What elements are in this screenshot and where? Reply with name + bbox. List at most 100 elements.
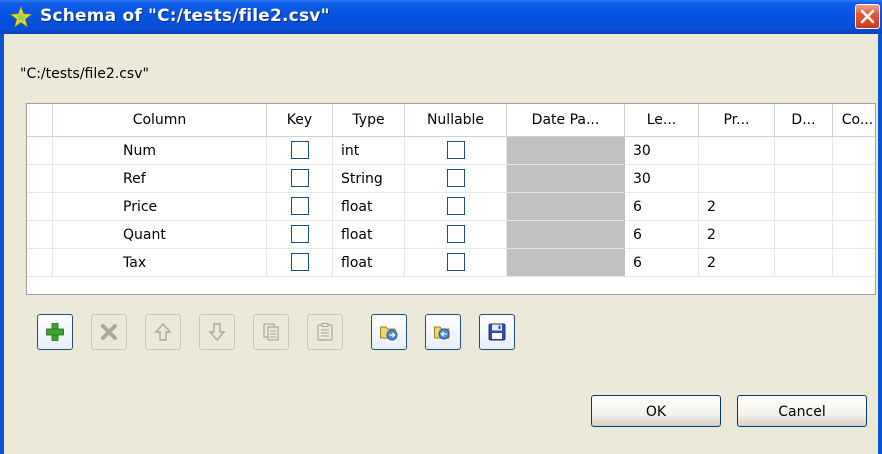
cell-comment[interactable]: [833, 137, 875, 165]
cell-type[interactable]: String: [333, 165, 405, 193]
cell-column[interactable]: Tax: [53, 249, 267, 277]
add-button[interactable]: [37, 314, 73, 350]
cell-key: [267, 249, 333, 277]
cell-comment[interactable]: [833, 221, 875, 249]
header-column[interactable]: Column: [53, 104, 267, 136]
cell-default[interactable]: [775, 249, 833, 277]
schema-table[interactable]: Column Key Type Nullable Date Pa... Le..…: [26, 103, 876, 295]
cell-length[interactable]: 6: [625, 249, 699, 277]
cell-comment[interactable]: [833, 193, 875, 221]
close-button[interactable]: [855, 4, 880, 29]
cancel-button[interactable]: Cancel: [737, 395, 867, 427]
arrow-up-icon: [154, 322, 172, 341]
import-button[interactable]: [371, 314, 407, 350]
cell-precision[interactable]: 2: [699, 193, 775, 221]
table-row[interactable]: Tax float 6 2: [27, 249, 875, 277]
cell-date-pattern[interactable]: [507, 249, 625, 277]
cell-default[interactable]: [775, 137, 833, 165]
header-default[interactable]: D...: [775, 104, 833, 136]
key-checkbox[interactable]: [290, 252, 309, 271]
cell-length[interactable]: 30: [625, 137, 699, 165]
arrow-down-icon: [208, 323, 226, 342]
cell-key: [267, 221, 333, 249]
cell-length[interactable]: 6: [625, 221, 699, 249]
move-up-button: [145, 314, 181, 350]
header-nullable[interactable]: Nullable: [405, 104, 507, 136]
cell-column[interactable]: Quant: [53, 221, 267, 249]
key-checkbox[interactable]: [290, 168, 309, 187]
header-length[interactable]: Le...: [625, 104, 699, 136]
cell-comment[interactable]: [833, 165, 875, 193]
cell-date-pattern[interactable]: [507, 193, 625, 221]
nullable-checkbox[interactable]: [446, 224, 465, 243]
x-icon: [101, 324, 117, 340]
plus-icon: [46, 323, 64, 341]
table-header: Column Key Type Nullable Date Pa... Le..…: [27, 104, 875, 137]
nullable-checkbox[interactable]: [446, 168, 465, 187]
cell-nullable: [405, 221, 507, 249]
move-down-button: [199, 314, 235, 350]
floppy-disk-icon: [488, 323, 506, 341]
cell-length[interactable]: 6: [625, 193, 699, 221]
table-row[interactable]: Quant float 6 2: [27, 221, 875, 249]
nullable-checkbox[interactable]: [446, 196, 465, 215]
cell-nullable: [405, 249, 507, 277]
key-checkbox[interactable]: [290, 224, 309, 243]
cell-default[interactable]: [775, 165, 833, 193]
save-button[interactable]: [479, 314, 515, 350]
table-row[interactable]: Price float 6 2: [27, 193, 875, 221]
cell-type[interactable]: float: [333, 249, 405, 277]
table-row[interactable]: Num int 30: [27, 137, 875, 165]
cell-type[interactable]: float: [333, 221, 405, 249]
file-path-label: "C:/tests/file2.csv": [20, 66, 149, 82]
cell-type[interactable]: int: [333, 137, 405, 165]
cell-nullable: [405, 165, 507, 193]
row-selector[interactable]: [27, 165, 53, 193]
key-checkbox[interactable]: [290, 196, 309, 215]
cell-key: [267, 137, 333, 165]
cell-nullable: [405, 193, 507, 221]
close-icon: [860, 9, 875, 24]
header-comment[interactable]: Co...: [833, 104, 875, 136]
nullable-checkbox[interactable]: [446, 140, 465, 159]
cell-date-pattern[interactable]: [507, 137, 625, 165]
star-app-icon: [9, 5, 33, 28]
remove-button: [91, 314, 127, 350]
header-date-pattern[interactable]: Date Pa...: [507, 104, 625, 136]
header-row-selector: [27, 104, 53, 136]
cell-comment[interactable]: [833, 249, 875, 277]
window-frame-right: [878, 34, 882, 454]
row-selector[interactable]: [27, 249, 53, 277]
cell-default[interactable]: [775, 193, 833, 221]
cell-column[interactable]: Price: [53, 193, 267, 221]
folder-export-icon: [434, 326, 450, 340]
cell-key: [267, 193, 333, 221]
copy-button: [253, 314, 289, 350]
window-title: Schema of "C:/tests/file2.csv": [40, 6, 330, 26]
cell-date-pattern[interactable]: [507, 165, 625, 193]
header-type[interactable]: Type: [333, 104, 405, 136]
title-bar[interactable]: Schema of "C:/tests/file2.csv": [0, 0, 882, 34]
cell-column[interactable]: Ref: [53, 165, 267, 193]
header-key[interactable]: Key: [267, 104, 333, 136]
cell-precision[interactable]: 2: [699, 221, 775, 249]
cell-precision[interactable]: 2: [699, 249, 775, 277]
cell-type[interactable]: float: [333, 193, 405, 221]
row-selector[interactable]: [27, 193, 53, 221]
table-row[interactable]: Ref String 30: [27, 165, 875, 193]
cell-precision[interactable]: [699, 137, 775, 165]
header-precision[interactable]: Pr...: [699, 104, 775, 136]
row-selector[interactable]: [27, 137, 53, 165]
paste-icon: [317, 323, 333, 341]
cell-precision[interactable]: [699, 165, 775, 193]
cell-date-pattern[interactable]: [507, 221, 625, 249]
export-button[interactable]: [425, 314, 461, 350]
cell-length[interactable]: 30: [625, 165, 699, 193]
row-selector[interactable]: [27, 221, 53, 249]
cell-column[interactable]: Num: [53, 137, 267, 165]
folder-import-icon: [380, 326, 398, 341]
cell-default[interactable]: [775, 221, 833, 249]
nullable-checkbox[interactable]: [446, 252, 465, 271]
key-checkbox[interactable]: [290, 140, 309, 159]
ok-button[interactable]: OK: [591, 395, 721, 427]
